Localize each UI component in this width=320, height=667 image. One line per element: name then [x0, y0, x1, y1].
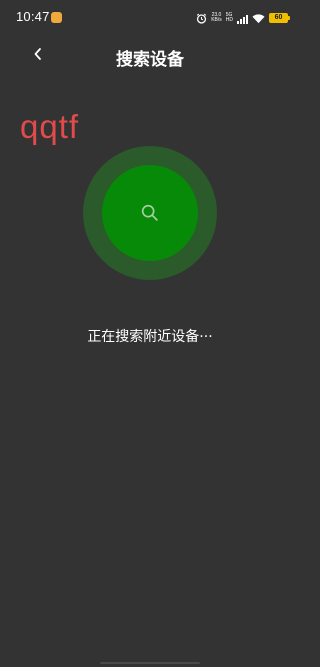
watermark-text: qqtf: [20, 108, 80, 145]
battery-icon: 60: [269, 13, 290, 23]
page-title: 搜索设备: [116, 50, 184, 70]
search-button[interactable]: [102, 165, 198, 261]
status-bar: 10:47 23.0 KB/s 5G HD 60: [0, 0, 300, 36]
battery-level: 60: [274, 14, 283, 21]
signal-type-bottom: HD: [225, 17, 233, 23]
signal-type: 5G HD: [226, 13, 233, 23]
network-speed: 23.0 KB/s: [211, 13, 222, 23]
status-icons: 23.0 KB/s 5G HD 60: [196, 9, 290, 27]
home-indicator[interactable]: [100, 662, 200, 664]
network-speed-unit: KB/s: [211, 17, 222, 23]
status-time: 10:47: [16, 9, 50, 24]
wifi-icon: [252, 13, 265, 23]
search-icon: [141, 204, 158, 221]
searching-status-text: 正在搜索附近设备···: [87, 329, 213, 345]
app-notification-icon: [51, 12, 62, 23]
alarm-icon: [197, 13, 207, 24]
cellular-signal-icon: [237, 13, 248, 24]
